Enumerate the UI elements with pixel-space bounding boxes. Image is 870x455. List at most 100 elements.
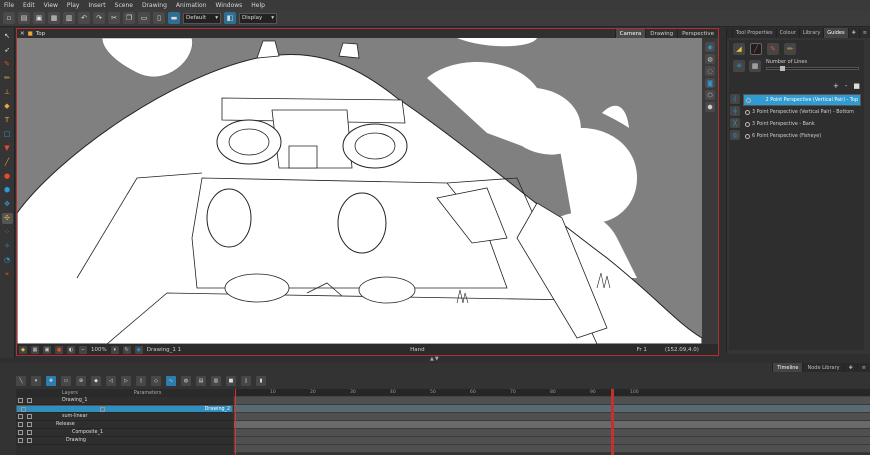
visibility-toggle[interactable] xyxy=(18,422,23,427)
import-icon[interactable]: ▥ xyxy=(63,12,75,24)
lock-toggle[interactable] xyxy=(99,406,105,412)
menu-animation[interactable]: Animation xyxy=(176,2,207,9)
copy-icon[interactable]: ❐ xyxy=(123,12,135,24)
remove-guide-button[interactable]: - xyxy=(845,82,848,90)
undo-icon[interactable]: ↶ xyxy=(78,12,90,24)
contour-editor-icon[interactable]: ➶ xyxy=(2,45,13,56)
grid-lines-icon[interactable]: ▦ xyxy=(749,60,761,72)
display-select[interactable]: Display ▾ xyxy=(239,12,277,24)
add-guide-button[interactable]: + xyxy=(833,82,839,90)
visibility-toggle[interactable] xyxy=(18,430,23,435)
camera-viewport[interactable]: ◉ ◍ ◌ ◙ ⬡ ⬢ xyxy=(17,38,718,344)
text-tool-icon[interactable]: T xyxy=(2,115,13,126)
transform-tool-icon[interactable]: ✥ xyxy=(2,199,13,210)
layout-icon[interactable]: ▬ xyxy=(168,12,180,24)
insert-icon[interactable]: ▮ xyxy=(256,375,266,386)
layer-row[interactable]: Drawing_2 xyxy=(16,405,233,413)
slider-thumb[interactable] xyxy=(780,66,786,71)
layer-row[interactable]: Drawing xyxy=(16,437,233,445)
layer-draw-icon[interactable]: ╲ xyxy=(16,375,26,386)
blank-cell-icon[interactable]: ■ xyxy=(226,375,236,386)
light-bulb-icon[interactable]: ◆ xyxy=(19,345,27,354)
open-icon[interactable]: ▤ xyxy=(18,12,30,24)
pencil-lock-icon[interactable]: ✎ xyxy=(767,43,779,55)
tab-drawing[interactable]: Drawing xyxy=(645,29,677,38)
panel-splitter[interactable]: ▲ ▼ xyxy=(430,356,444,362)
layer-row[interactable]: sum-linear xyxy=(16,413,233,421)
timeline-track[interactable] xyxy=(234,397,870,405)
onion-icon[interactable]: ◍ xyxy=(181,375,191,386)
dropper-tool-icon[interactable]: ╱ xyxy=(2,157,13,168)
lock-toggle[interactable] xyxy=(27,430,32,435)
palette-icon[interactable]: ◐ xyxy=(67,345,75,354)
zoom-out-icon[interactable]: − xyxy=(79,345,87,354)
scene-end-marker[interactable] xyxy=(611,389,614,455)
print-icon[interactable]: ▦ xyxy=(48,12,60,24)
timeline-track[interactable] xyxy=(234,445,870,453)
layer-row[interactable]: Drawing_1 xyxy=(16,397,233,405)
preset-select[interactable]: Default ▾ xyxy=(183,12,221,24)
perspective-tool-icon[interactable]: ✣ xyxy=(1,213,13,224)
pencil-snap-icon[interactable]: ✏ xyxy=(784,43,796,55)
onion-skin-icon[interactable]: ◍ xyxy=(705,54,715,64)
cell-icon[interactable]: ▤ xyxy=(196,375,206,386)
menu-insert[interactable]: Insert xyxy=(88,2,105,9)
number-of-lines-slider[interactable] xyxy=(766,66,859,71)
display-icon[interactable]: ◧ xyxy=(224,12,236,24)
timeline-track[interactable] xyxy=(234,437,870,445)
safe-area-icon[interactable]: ▣ xyxy=(43,345,51,354)
zoom-level[interactable]: 100% xyxy=(91,347,107,353)
add-tab-icon[interactable]: ✚ xyxy=(843,363,857,372)
ink-tool-icon[interactable]: ● xyxy=(2,171,13,182)
guide-item[interactable]: 3 Point Perspective - Bank xyxy=(743,118,861,130)
layer-row[interactable]: Composite_1 xyxy=(16,429,233,437)
tab-tool-properties[interactable]: Tool Properties xyxy=(732,28,776,38)
paint-tool-icon[interactable]: ▼ xyxy=(2,143,13,154)
extend-icon[interactable]: ▥ xyxy=(211,375,221,386)
shape-tool-icon[interactable]: ⬢ xyxy=(2,185,13,196)
menu-view[interactable]: View xyxy=(44,2,58,9)
layer-row[interactable]: Release xyxy=(16,421,233,429)
render-icon[interactable]: ● xyxy=(55,345,63,354)
frame-ruler[interactable]: 10 20 30 40 50 60 70 80 90 100 xyxy=(234,389,870,397)
tab-perspective[interactable]: Perspective xyxy=(677,29,718,38)
pencil-guide-icon[interactable]: ╱ xyxy=(750,43,762,55)
menu-icon[interactable]: ≡ xyxy=(858,28,870,38)
zoom-menu-icon[interactable]: ▾ xyxy=(110,345,119,354)
visibility-toggle[interactable] xyxy=(21,406,26,412)
tab-timeline[interactable]: Timeline xyxy=(772,363,803,372)
guide-options-button[interactable]: ■ xyxy=(853,82,860,90)
camera-view-icon[interactable]: ◙ xyxy=(705,78,715,88)
tab-camera[interactable]: Camera xyxy=(614,29,646,38)
tab-colour[interactable]: Colour xyxy=(775,28,799,38)
save-icon[interactable]: ▣ xyxy=(33,12,45,24)
pivot-tool-icon[interactable]: ⌖ xyxy=(2,269,13,280)
morph-tool-icon[interactable]: ⁘ xyxy=(2,227,13,238)
menu-windows[interactable]: Windows xyxy=(216,2,243,9)
add-layer-icon[interactable]: ✚ xyxy=(46,375,56,386)
tab-guides[interactable]: Guides xyxy=(823,28,848,38)
next-key-icon[interactable]: ▷ xyxy=(121,375,131,386)
chevron-down-icon[interactable]: ▼ xyxy=(435,356,439,362)
pencil-tool-icon[interactable]: ✏ xyxy=(2,73,13,84)
playhead[interactable] xyxy=(235,389,236,455)
lock-toggle[interactable] xyxy=(27,422,32,427)
visibility-toggle[interactable] xyxy=(18,414,23,419)
keyframe-icon[interactable]: ◆ xyxy=(91,375,101,386)
guide-item[interactable]: 2 Point Perspective (Vertical Pair) - To… xyxy=(743,94,861,106)
lock-toggle[interactable] xyxy=(27,414,32,419)
menu-file[interactable]: File xyxy=(4,2,14,9)
ease-icon[interactable]: ∿ xyxy=(166,375,176,386)
brush-tool-icon[interactable]: ✎ xyxy=(2,59,13,70)
prev-key-icon[interactable]: ◁ xyxy=(106,375,116,386)
ruler-guide-icon[interactable]: ◢ xyxy=(733,43,745,55)
new-scene-icon[interactable]: ▫ xyxy=(3,12,15,24)
close-icon[interactable]: ✕ xyxy=(20,31,25,37)
stop-motion-icon[interactable]: ◊ xyxy=(136,375,146,386)
reset-view-icon[interactable]: ◉ xyxy=(705,42,715,52)
tab-node-library[interactable]: Node Library xyxy=(802,363,843,372)
peg-icon[interactable]: ⊕ xyxy=(76,375,86,386)
visibility-toggle[interactable] xyxy=(18,438,23,443)
timeline-track[interactable] xyxy=(234,429,870,437)
tab-library[interactable]: Library xyxy=(798,28,823,38)
